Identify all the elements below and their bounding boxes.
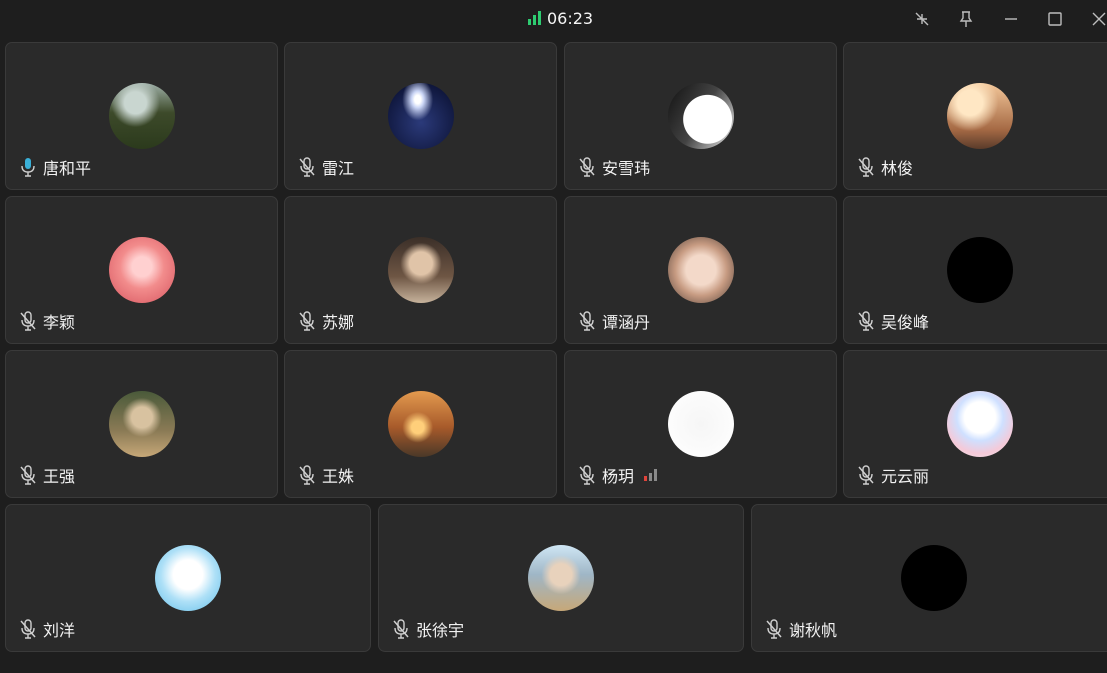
mic-muted-icon — [578, 311, 596, 331]
participant-name: 唐和平 — [43, 159, 92, 178]
mic-muted-icon — [298, 465, 316, 485]
avatar — [946, 237, 1013, 303]
participant-tile[interactable]: 刘洋 — [5, 504, 371, 652]
participant-name: 安雪玮 — [602, 159, 651, 178]
participant-label: 林俊 — [857, 155, 913, 179]
mic-muted-icon — [19, 619, 37, 639]
weak-signal-icon — [644, 469, 658, 481]
participant-name: 雷江 — [322, 159, 355, 178]
participant-label: 吴俊峰 — [857, 309, 929, 333]
participant-label: 杨玥 — [578, 463, 658, 487]
avatar — [667, 391, 734, 457]
avatar — [108, 391, 175, 457]
participant-tile[interactable]: 唐和平 — [5, 42, 278, 190]
participant-name: 王强 — [43, 467, 76, 486]
participant-tile[interactable]: 吴俊峰 — [843, 196, 1107, 344]
participant-name: 谢秋帆 — [789, 621, 838, 640]
participant-label: 苏娜 — [298, 309, 354, 333]
avatar — [387, 391, 454, 457]
mic-muted-icon — [19, 311, 37, 331]
minimize-icon[interactable] — [998, 6, 1024, 32]
participant-name: 刘洋 — [43, 621, 76, 640]
mic-muted-icon — [765, 619, 783, 639]
maximize-icon[interactable] — [1042, 6, 1068, 32]
participant-tile[interactable]: 王强 — [5, 350, 278, 498]
mic-muted-icon — [392, 619, 410, 639]
participant-name: 林俊 — [881, 159, 914, 178]
avatar — [946, 83, 1013, 149]
participant-tile[interactable]: 元云丽 — [843, 350, 1107, 498]
close-icon[interactable] — [1086, 6, 1107, 32]
participant-label: 王姝 — [298, 463, 354, 487]
avatar — [387, 83, 454, 149]
microphone-icon — [19, 157, 37, 177]
mic-muted-icon — [857, 311, 875, 331]
avatar — [528, 545, 594, 611]
participant-label: 唐和平 — [19, 155, 91, 179]
participant-label: 王强 — [19, 463, 75, 487]
signal-icon — [528, 11, 541, 25]
participant-tile[interactable]: 王姝 — [284, 350, 557, 498]
participant-name: 苏娜 — [322, 313, 355, 332]
participant-label: 雷江 — [298, 155, 354, 179]
participant-tile[interactable]: 李颖 — [5, 196, 278, 344]
mic-muted-icon — [298, 157, 316, 177]
mic-muted-icon — [857, 157, 875, 177]
participant-name: 张徐宇 — [416, 621, 465, 640]
participant-label: 元云丽 — [857, 463, 929, 487]
title-bar: 06:23 — [0, 0, 1107, 38]
avatar — [108, 237, 175, 303]
call-duration: 06:23 — [547, 8, 594, 28]
participant-label: 安雪玮 — [578, 155, 650, 179]
avatar — [946, 391, 1013, 457]
mic-muted-icon — [298, 311, 316, 331]
participant-name: 李颖 — [43, 313, 76, 332]
collapse-icon[interactable] — [909, 6, 935, 32]
avatar — [387, 237, 454, 303]
participant-tile[interactable]: 雷江 — [284, 42, 557, 190]
participant-tile[interactable]: 谭涵丹 — [564, 196, 837, 344]
participant-label: 谭涵丹 — [578, 309, 650, 333]
participant-label: 刘洋 — [19, 617, 75, 641]
call-timer: 06:23 — [528, 7, 593, 29]
participant-name: 王姝 — [322, 467, 355, 486]
avatar — [901, 545, 967, 611]
mic-muted-icon — [578, 157, 596, 177]
participant-name: 谭涵丹 — [602, 313, 651, 332]
mic-muted-icon — [857, 465, 875, 485]
avatar — [155, 545, 221, 611]
participant-tile[interactable]: 张徐宇 — [378, 504, 744, 652]
mic-muted-icon — [19, 465, 37, 485]
participant-tile[interactable]: 谢秋帆 — [751, 504, 1107, 652]
participant-name: 杨玥 — [602, 467, 635, 486]
participant-tile[interactable]: 苏娜 — [284, 196, 557, 344]
mic-muted-icon — [578, 465, 596, 485]
participant-name: 吴俊峰 — [881, 313, 930, 332]
participant-label: 李颖 — [19, 309, 75, 333]
avatar — [667, 83, 734, 149]
pin-icon[interactable] — [953, 6, 979, 32]
participant-tile[interactable]: 杨玥 — [564, 350, 837, 498]
avatar — [108, 83, 175, 149]
participant-label: 谢秋帆 — [765, 617, 837, 641]
participant-name: 元云丽 — [881, 467, 930, 486]
avatar — [667, 237, 734, 303]
participant-tile[interactable]: 林俊 — [843, 42, 1107, 190]
participant-tile[interactable]: 安雪玮 — [564, 42, 837, 190]
participant-label: 张徐宇 — [392, 617, 464, 641]
